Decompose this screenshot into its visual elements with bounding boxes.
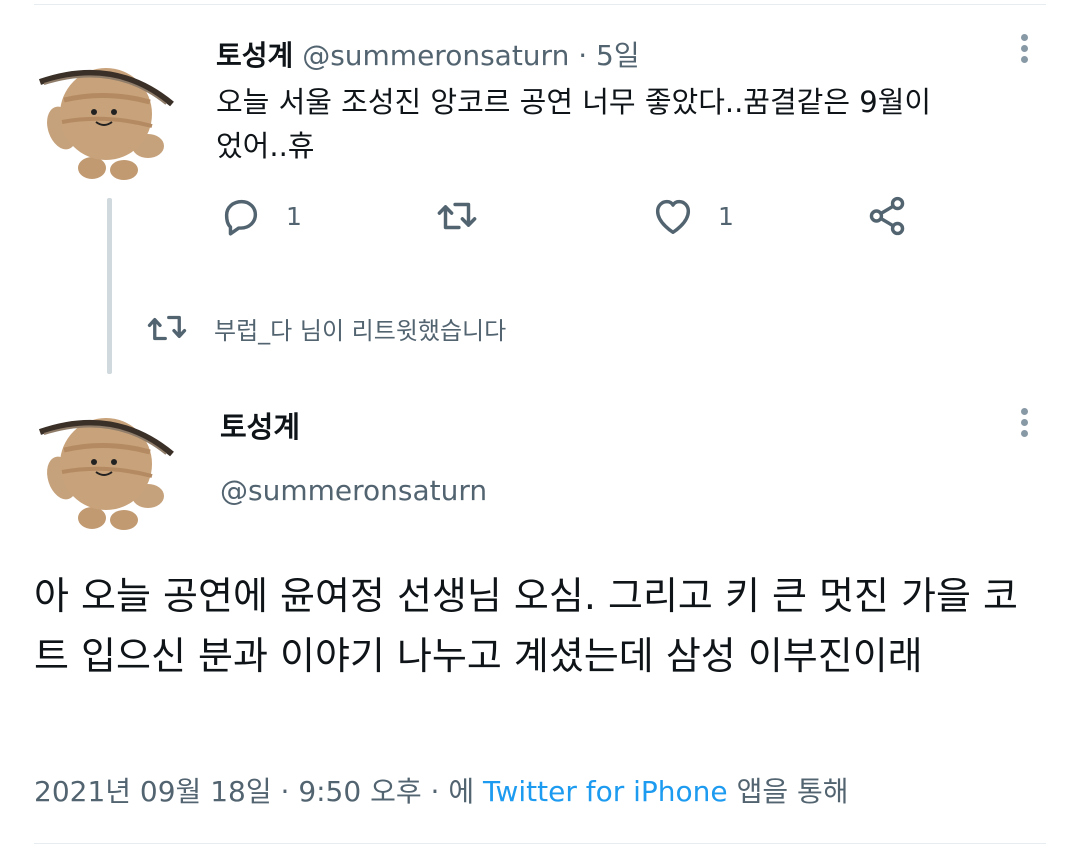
tweet2-time[interactable]: 9:50 오후 <box>298 775 421 808</box>
more-icon[interactable] <box>1014 404 1034 448</box>
avatar-image <box>39 418 174 530</box>
tweet1-timestamp[interactable]: 5일 <box>596 39 640 72</box>
tweet2-handle[interactable]: @summeronsaturn <box>220 474 487 507</box>
tweet2-date[interactable]: 2021년 09월 18일 <box>34 775 272 808</box>
more-icon[interactable] <box>1014 30 1034 74</box>
like-icon <box>655 199 691 235</box>
avatar[interactable] <box>34 42 174 182</box>
top-divider <box>34 4 1046 5</box>
retweet-icon <box>147 315 187 341</box>
retweet-button[interactable] <box>434 193 480 239</box>
tweet1-handle[interactable]: @summeronsaturn <box>302 39 569 72</box>
meta-separator: · 에 <box>421 775 483 808</box>
reply-count: 1 <box>286 201 302 231</box>
retweet-notice-text[interactable]: 부럽_다 님이 리트윗했습니다 <box>214 311 506 346</box>
like-button[interactable]: 1 <box>650 193 734 239</box>
retweet-notice: 부럽_다 님이 리트윗했습니다 <box>146 310 506 346</box>
tweet2-text: 아 오늘 공연에 윤여정 선생님 오심. 그리고 키 큰 멋진 가을 코트 입으… <box>34 574 1018 678</box>
share-icon <box>869 196 905 236</box>
share-button[interactable] <box>864 193 910 239</box>
like-count: 1 <box>718 201 734 231</box>
avatar[interactable] <box>34 392 174 532</box>
retweet-icon <box>437 202 477 230</box>
tweet1-header: 토성계 @summeronsaturn · 5일 <box>216 34 640 74</box>
meta-separator: · <box>271 775 299 808</box>
tweet2-metadata: 2021년 09월 18일 · 9:50 오후 · 에 Twitter for … <box>34 770 849 810</box>
tweet1-separator: · <box>569 39 597 72</box>
tweet1-action-bar: 1 1 <box>0 193 1080 249</box>
tweet2-source-link[interactable]: Twitter for iPhone <box>483 775 728 808</box>
meta-suffix: 앱을 통해 <box>727 775 849 808</box>
reply-button[interactable]: 1 <box>218 193 302 239</box>
avatar-image <box>39 68 174 180</box>
reply-icon <box>224 199 258 236</box>
tweet1-text: 오늘 서울 조성진 앙코르 공연 너무 좋았다..꿈결같은 9월이었어..휴 <box>216 85 932 163</box>
tweet1-display-name[interactable]: 토성계 <box>216 39 293 72</box>
bottom-divider <box>34 843 1046 844</box>
tweet2-display-name[interactable]: 토성계 <box>220 404 300 446</box>
